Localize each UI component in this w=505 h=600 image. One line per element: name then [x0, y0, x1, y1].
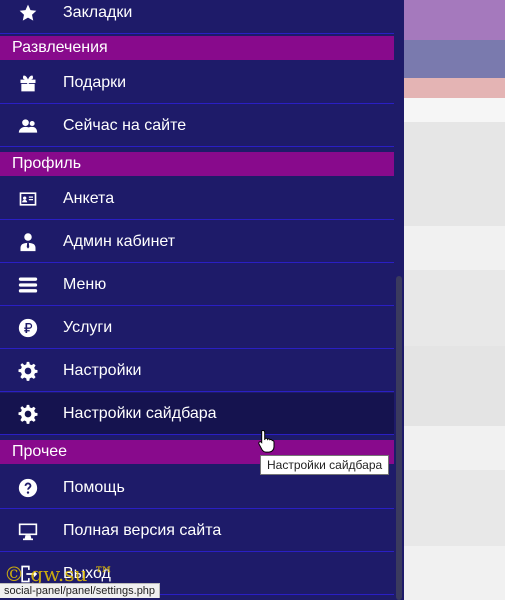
gear-icon: [18, 361, 38, 381]
ruble-icon: [18, 318, 38, 338]
admin-user-icon: [18, 232, 38, 252]
sidebar-item-gifts[interactable]: Подарки: [0, 62, 394, 104]
desktop-icon: [18, 521, 38, 541]
sidebar-item-label: Настройки: [63, 361, 142, 379]
hand-cursor-icon: [257, 429, 277, 453]
sidebar-item-label: Подарки: [63, 73, 127, 91]
sidebar-item-label: Сейчас на сайте: [63, 116, 187, 134]
star-icon: [18, 3, 38, 23]
sidebar-item-settings[interactable]: Настройки: [0, 350, 394, 392]
id-card-icon: [18, 189, 38, 209]
sidebar-item-sidebar-settings[interactable]: Настройки сайдбара: [0, 393, 394, 435]
bg-band: [394, 40, 505, 78]
sidebar-item-label: Закладки: [63, 3, 133, 21]
bg-band: [394, 98, 505, 122]
sidebar-item-label: Меню: [63, 275, 107, 293]
bg-band: [394, 122, 505, 226]
sidebar-item-bookmarks[interactable]: Закладки: [0, 0, 394, 34]
sidebar-item-label: Настройки сайдбара: [63, 404, 217, 422]
bars-icon: [18, 275, 38, 295]
sidebar-item-label: Услуги: [63, 318, 113, 336]
question-icon: [18, 478, 38, 498]
sidebar-item-label: Помощь: [63, 478, 125, 496]
status-bar-url: social-panel/panel/settings.php: [0, 583, 161, 598]
bg-band: [394, 0, 505, 40]
sidebar-item-menu[interactable]: Меню: [0, 264, 394, 306]
sidebar-item-label: Админ кабинет: [63, 232, 176, 250]
section-header-entertainment: Развлечения: [0, 36, 394, 60]
sidebar-item-questionnaire[interactable]: Анкета: [0, 178, 394, 220]
page-background-content: [394, 0, 505, 600]
sidebar-item-online-now[interactable]: Сейчас на сайте: [0, 105, 394, 147]
sidebar-scrollbar[interactable]: [396, 276, 402, 600]
users-icon: [18, 116, 38, 136]
bg-band: [394, 78, 505, 98]
sidebar-item-label: Анкета: [63, 189, 115, 207]
tooltip: Настройки сайдбара: [260, 455, 390, 475]
sidebar-item-admin-cabinet[interactable]: Админ кабинет: [0, 221, 394, 263]
bg-band: [394, 470, 505, 546]
bg-band: [394, 270, 505, 346]
sidebar-item-label: Полная версия сайта: [63, 521, 222, 539]
gear-icon: [18, 404, 38, 424]
sidebar-item-full-version[interactable]: Полная версия сайта: [0, 510, 394, 552]
section-header-profile: Профиль: [0, 152, 394, 176]
gift-icon: [18, 73, 38, 93]
bg-band: [394, 346, 505, 426]
sidebar-item-services[interactable]: Услуги: [0, 307, 394, 349]
sidebar: Закладки Развлечения Подарки Сейчас на с…: [0, 0, 404, 600]
